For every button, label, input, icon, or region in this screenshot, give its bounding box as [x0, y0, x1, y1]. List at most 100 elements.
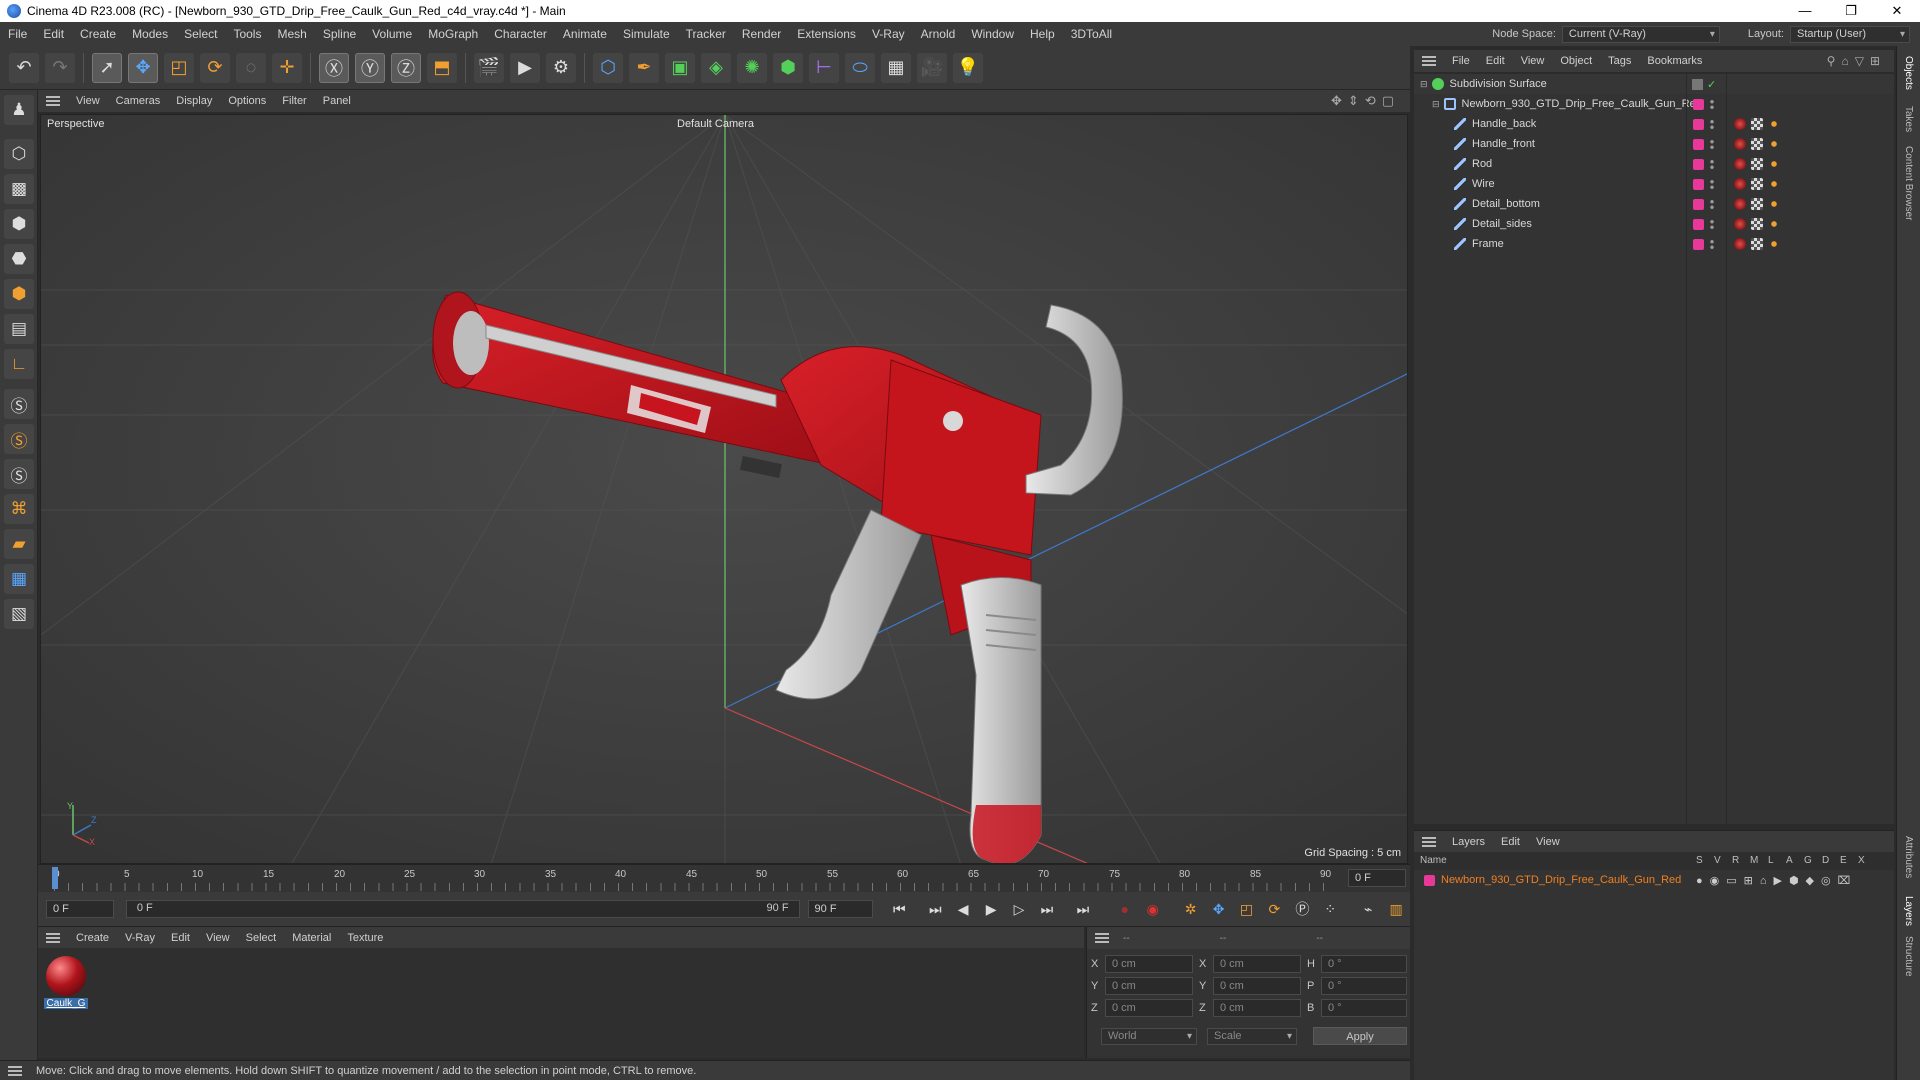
- material-tag-icon[interactable]: [1734, 138, 1746, 150]
- layer-color-swatch[interactable]: [1693, 98, 1704, 110]
- position-z-field[interactable]: 0 cm: [1105, 999, 1193, 1017]
- menu-tools[interactable]: Tools: [225, 22, 269, 46]
- material-menu-view[interactable]: View: [198, 932, 238, 944]
- magnet-icon[interactable]: ⌘: [4, 494, 34, 524]
- menu-character[interactable]: Character: [486, 22, 555, 46]
- vray-tag-icon[interactable]: [1768, 238, 1780, 250]
- minimize-button[interactable]: —: [1782, 0, 1828, 22]
- object-menu-bookmarks[interactable]: Bookmarks: [1639, 55, 1710, 67]
- layer-color-swatch[interactable]: [1693, 138, 1704, 150]
- object-row-rod[interactable]: Rod: [1414, 154, 1894, 174]
- material-menu-create[interactable]: Create: [68, 932, 117, 944]
- uvw-tag-icon[interactable]: [1751, 178, 1763, 190]
- grid-icon[interactable]: ▦: [4, 564, 34, 594]
- menu-vray[interactable]: V-Ray: [864, 22, 913, 46]
- object-row-wire[interactable]: Wire: [1414, 174, 1894, 194]
- size-x-field[interactable]: 0 cm: [1213, 955, 1301, 973]
- viewport-hamburger-icon[interactable]: [46, 96, 60, 106]
- vray-tag-icon[interactable]: [1768, 218, 1780, 230]
- viewport-menu-panel[interactable]: Panel: [315, 95, 359, 107]
- menu-mograph[interactable]: MoGraph: [420, 22, 486, 46]
- menu-modes[interactable]: Modes: [124, 22, 176, 46]
- mograph-cloner-icon[interactable]: ✺: [737, 52, 767, 83]
- start-frame-field[interactable]: 0 F: [46, 900, 114, 918]
- visibility-dots-icon[interactable]: [1710, 178, 1714, 190]
- quantize-icon[interactable]: Ⓢ: [4, 459, 34, 489]
- render-picture-viewer-icon[interactable]: ▶: [510, 52, 540, 83]
- camera-icon[interactable]: 🎥: [917, 52, 947, 83]
- cube-object-icon[interactable]: ⬡: [593, 52, 623, 83]
- visibility-dots-icon[interactable]: [1710, 198, 1714, 210]
- size-z-field[interactable]: 0 cm: [1213, 999, 1301, 1017]
- z-axis-lock-icon[interactable]: Ⓩ: [391, 52, 421, 83]
- material-menu-texture[interactable]: Texture: [339, 932, 391, 944]
- axis-mode-icon[interactable]: ∟: [4, 349, 34, 379]
- uv-mode-icon[interactable]: ▤: [4, 314, 34, 344]
- undo-icon[interactable]: ↶: [9, 52, 39, 83]
- polygons-mode-icon[interactable]: ⬢: [4, 279, 34, 309]
- uvw-tag-icon[interactable]: [1751, 158, 1763, 170]
- object-row-handle-back[interactable]: Handle_back: [1414, 114, 1894, 134]
- vray-tag-icon[interactable]: [1768, 138, 1780, 150]
- tab-takes[interactable]: Takes: [1903, 106, 1914, 132]
- layer-color-swatch[interactable]: [1424, 874, 1435, 886]
- maximize-button[interactable]: ❐: [1828, 0, 1874, 22]
- render-view-icon[interactable]: 🎬: [474, 52, 504, 83]
- visibility-dots-icon[interactable]: [1710, 238, 1714, 250]
- object-manager-tool-icons[interactable]: ⚲⌂▽⊞: [1827, 54, 1886, 68]
- locked-workplane-icon[interactable]: ▧: [4, 599, 34, 629]
- menu-file[interactable]: File: [0, 22, 35, 46]
- menu-volume[interactable]: Volume: [364, 22, 420, 46]
- menu-arnold[interactable]: Arnold: [913, 22, 964, 46]
- deformer-icon[interactable]: ⬢: [773, 52, 803, 83]
- object-menu-tags[interactable]: Tags: [1600, 55, 1639, 67]
- scene-object-icon[interactable]: ⬭: [845, 52, 875, 83]
- tab-structure[interactable]: Structure: [1903, 936, 1914, 977]
- rotation-h-field[interactable]: 0 °: [1321, 955, 1407, 973]
- rotation-b-field[interactable]: 0 °: [1321, 999, 1407, 1017]
- coordinate-mode-dropdown[interactable]: Scale: [1207, 1027, 1297, 1045]
- menu-render[interactable]: Render: [734, 22, 789, 46]
- current-frame-field[interactable]: 0 F: [1348, 869, 1406, 887]
- uvw-tag-icon[interactable]: [1751, 198, 1763, 210]
- viewport-menu-filter[interactable]: Filter: [274, 95, 314, 107]
- visibility-dots-icon[interactable]: [1710, 218, 1714, 230]
- position-y-field[interactable]: 0 cm: [1105, 977, 1193, 995]
- viewport-menu-cameras[interactable]: Cameras: [108, 95, 169, 107]
- visibility-dots-icon[interactable]: [1710, 118, 1714, 130]
- material-tag-icon[interactable]: [1734, 238, 1746, 250]
- key-parameter-icon[interactable]: Ⓟ: [1290, 897, 1314, 921]
- menu-simulate[interactable]: Simulate: [615, 22, 678, 46]
- coordinate-tool-icon[interactable]: ✛: [272, 52, 302, 83]
- render-settings-icon[interactable]: ⚙: [546, 52, 576, 83]
- enabled-check-icon[interactable]: ✓: [1707, 78, 1716, 91]
- model-mode-icon[interactable]: ⬡: [4, 139, 34, 169]
- coordinates-hamburger-icon[interactable]: [1095, 933, 1109, 943]
- field-icon[interactable]: ⊢: [809, 52, 839, 83]
- material-tag-icon[interactable]: [1734, 178, 1746, 190]
- timeline-window-icon[interactable]: ⌁: [1356, 897, 1380, 921]
- menu-tracker[interactable]: Tracker: [678, 22, 734, 46]
- menu-help[interactable]: Help: [1022, 22, 1063, 46]
- playhead[interactable]: [52, 867, 58, 889]
- status-hamburger-icon[interactable]: [8, 1065, 22, 1076]
- object-hamburger-icon[interactable]: [1422, 56, 1436, 66]
- key-pla-icon[interactable]: ⁘: [1318, 897, 1342, 921]
- material-tag-icon[interactable]: [1734, 118, 1746, 130]
- viewport-nav-icons[interactable]: ✥⇕⟲▢: [1331, 93, 1400, 109]
- frame-range-slider[interactable]: 0 F 90 F: [125, 900, 800, 918]
- end-frame-field[interactable]: 90 F: [807, 900, 874, 918]
- workplane-icon[interactable]: ▰: [4, 529, 34, 559]
- viewport-menu-display[interactable]: Display: [168, 95, 220, 107]
- node-space-dropdown[interactable]: Current (V-Ray): [1561, 25, 1720, 43]
- close-button[interactable]: ✕: [1874, 0, 1920, 22]
- tab-objects[interactable]: Objects: [1903, 56, 1914, 90]
- rotate-tool-icon[interactable]: ⟳: [200, 52, 230, 83]
- vray-tag-icon[interactable]: [1768, 118, 1780, 130]
- x-axis-lock-icon[interactable]: Ⓧ: [319, 52, 349, 83]
- make-editable-icon[interactable]: ♟: [4, 95, 34, 125]
- texture-mode-icon[interactable]: ▩: [4, 174, 34, 204]
- key-rotation-icon[interactable]: ⟳: [1262, 897, 1286, 921]
- tab-attributes[interactable]: Attributes: [1903, 836, 1914, 878]
- viewport-camera-label[interactable]: Default Camera: [677, 118, 754, 130]
